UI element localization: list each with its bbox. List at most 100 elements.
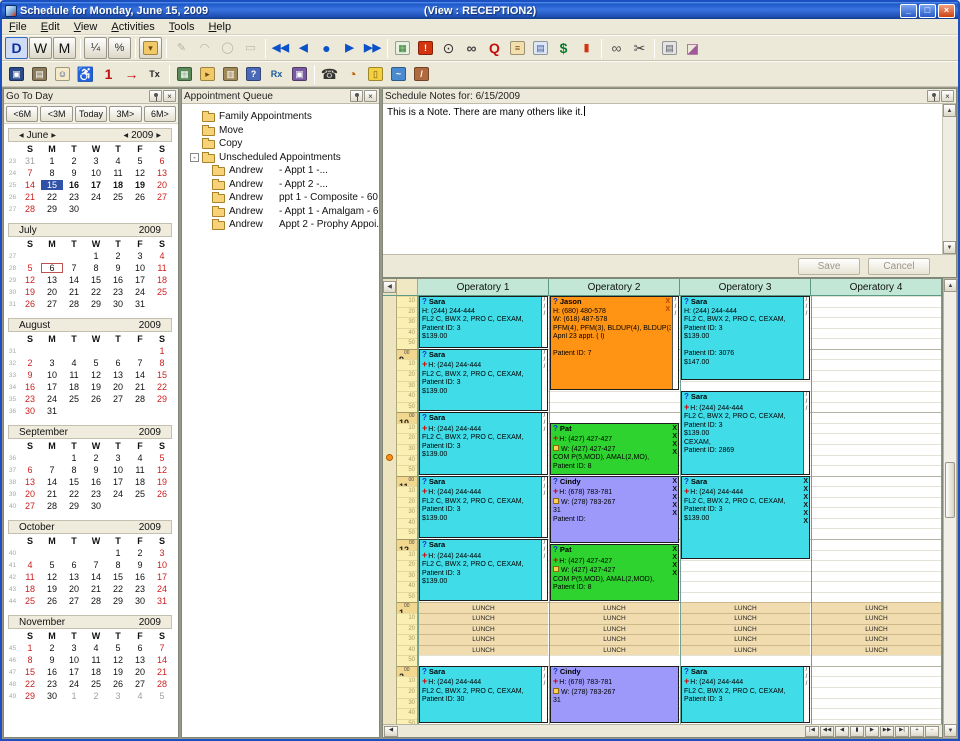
calendar-day[interactable]: 3 [129,251,151,261]
calendar-day[interactable]: 9 [19,370,41,380]
calendar-day[interactable]: 6 [41,263,63,273]
previous-year-arrow[interactable]: ◀ [124,132,129,139]
queue-item[interactable]: Family Appointments [188,110,379,124]
calendar-day[interactable]: 2 [107,251,129,261]
calendar-day[interactable]: 10 [107,465,129,475]
document-center-icon[interactable]: ▸ [196,63,219,85]
calendar-day[interactable]: 23 [85,489,107,499]
calendar-day[interactable]: 18 [129,477,151,487]
office-journal-icon[interactable]: ▤ [28,63,51,85]
calendar-day[interactable]: 3 [85,156,107,166]
calendar-day[interactable]: 18 [63,382,85,392]
calendar-day[interactable]: 24 [107,489,129,499]
calendar-day[interactable]: 11 [151,263,173,273]
previous-day-button[interactable]: ◀ [835,726,849,737]
calendar-day[interactable]: 27 [151,192,173,202]
calendar-day[interactable]: 5 [19,263,41,273]
eyeglasses-icon[interactable]: ∞ [605,37,628,59]
phone-icon[interactable]: ☎ [318,63,341,85]
family-file-icon[interactable]: ☺ [51,63,74,85]
appointment-block[interactable]: ?SaraH: (244) 244-444FL2 C, BWX 2, PRO C… [419,296,548,348]
questionnaire-icon[interactable]: ? [242,63,265,85]
calendar-day[interactable]: 17 [85,180,107,190]
appointment-block[interactable]: ?Sara+H: (244) 244-444FL2 C, BWX 2, PRO … [419,476,548,538]
calendar-day[interactable]: 14 [151,655,173,665]
calendar-day[interactable]: 16 [85,477,107,487]
scroll-up-button[interactable]: ▲ [943,104,956,117]
menu-item-file[interactable]: File [2,20,34,34]
collapse-time-panel-button[interactable]: ◀ [383,281,396,293]
calendar-day[interactable]: 16 [19,382,41,392]
calendar-day[interactable]: 12 [85,370,107,380]
menu-item-edit[interactable]: Edit [34,20,67,34]
calendar-day[interactable]: 20 [151,180,173,190]
imaging-icon[interactable]: ▦ [173,63,196,85]
lock-icon[interactable]: ▯ [364,63,387,85]
calendar-day[interactable]: 13 [41,275,63,285]
next-month-arrow[interactable]: ▶ [51,132,56,139]
daily-notes-icon[interactable]: ≡ [506,37,529,59]
calendar-day[interactable]: 21 [63,287,85,297]
calendar-day[interactable]: 31 [129,299,151,309]
minimize-button[interactable]: _ [900,4,917,18]
calendar-day[interactable]: 24 [63,679,85,689]
menu-item-tools[interactable]: Tools [162,20,202,34]
calendar-day[interactable]: 24 [129,287,151,297]
calendar-day[interactable]: 10 [85,168,107,178]
calendar-day[interactable]: 23 [129,584,151,594]
calendar-day[interactable]: 14 [41,477,63,487]
calendar-day[interactable]: 13 [63,572,85,582]
lunch-block[interactable]: LUNCH [550,602,679,613]
notes-text-area[interactable]: This is a Note. There are many others li… [383,104,942,254]
calendar-day[interactable]: 29 [19,691,41,701]
calendar-day[interactable]: 2 [19,358,41,368]
calendar-day[interactable]: 29 [63,501,85,511]
first-appointment-icon[interactable]: ◀◀ [269,37,292,59]
lunch-block[interactable]: LUNCH [550,613,679,624]
calendar-day[interactable]: 17 [41,382,63,392]
calendar-day[interactable]: 8 [41,168,63,178]
calendar-day[interactable]: 12 [19,275,41,285]
calendar-day[interactable]: 3 [107,453,129,463]
calendar-day[interactable]: 20 [107,382,129,392]
calendar-day[interactable]: 1 [85,251,107,261]
previous-month-arrow[interactable]: ◀ [19,132,24,139]
calendar-day[interactable]: 6 [107,358,129,368]
calendar-day[interactable]: 14 [63,275,85,285]
calendar-day[interactable]: 27 [129,679,151,689]
calendar-day[interactable]: 9 [41,655,63,665]
calendar-day[interactable]: 28 [85,596,107,606]
close-panel-button[interactable]: × [941,90,954,102]
calendar-day[interactable]: 27 [19,501,41,511]
lunch-block[interactable]: LUNCH [681,645,810,656]
queue-item[interactable]: Andrew- Appt 1 - Amalgam - 60 [188,205,379,219]
calendar-day[interactable]: 1 [41,156,63,166]
queue-item[interactable]: Copy [188,137,379,151]
calendar-day[interactable]: 25 [107,192,129,202]
decrease-interval-button[interactable]: − [925,726,939,737]
patient-monitor-icon[interactable]: ▣ [5,63,28,85]
appointment-block[interactable]: ?Sara+H: (244) 244-444FL2 C, BWX 2, PRO … [681,391,810,475]
calendar-day[interactable]: 14 [19,180,41,190]
magnifier-icon[interactable]: ⊙ [437,37,460,59]
calendar-day[interactable]: 12 [107,655,129,665]
pin-button[interactable] [149,90,162,102]
forward-6-months-button[interactable]: 6M> [144,106,176,122]
calendar-day[interactable]: 17 [129,275,151,285]
calendar-day[interactable]: 15 [85,275,107,285]
previous-week-button[interactable]: ◀◀ [820,726,834,737]
calendar-day[interactable]: 21 [85,584,107,594]
calendar-day[interactable]: 27 [63,596,85,606]
calendar-day[interactable]: 19 [85,382,107,392]
appointment-block[interactable]: ?Sara+H: (244) 244-444FL2 C, BWX 2, PRO … [419,412,548,474]
notes-scrollbar[interactable]: ▲ ▼ [942,104,956,254]
calendar-day[interactable]: 4 [107,156,129,166]
calendar-day[interactable]: 6 [63,560,85,570]
lunch-block[interactable]: LUNCH [812,634,941,645]
calendar-day[interactable]: 12 [129,168,151,178]
lunch-block[interactable]: LUNCH [812,645,941,656]
lunch-block[interactable]: LUNCH [550,645,679,656]
perio-chart-icon[interactable]: ▥ [219,63,242,85]
current-time-icon[interactable]: ● [315,37,338,59]
calendar-day[interactable]: 7 [41,465,63,475]
